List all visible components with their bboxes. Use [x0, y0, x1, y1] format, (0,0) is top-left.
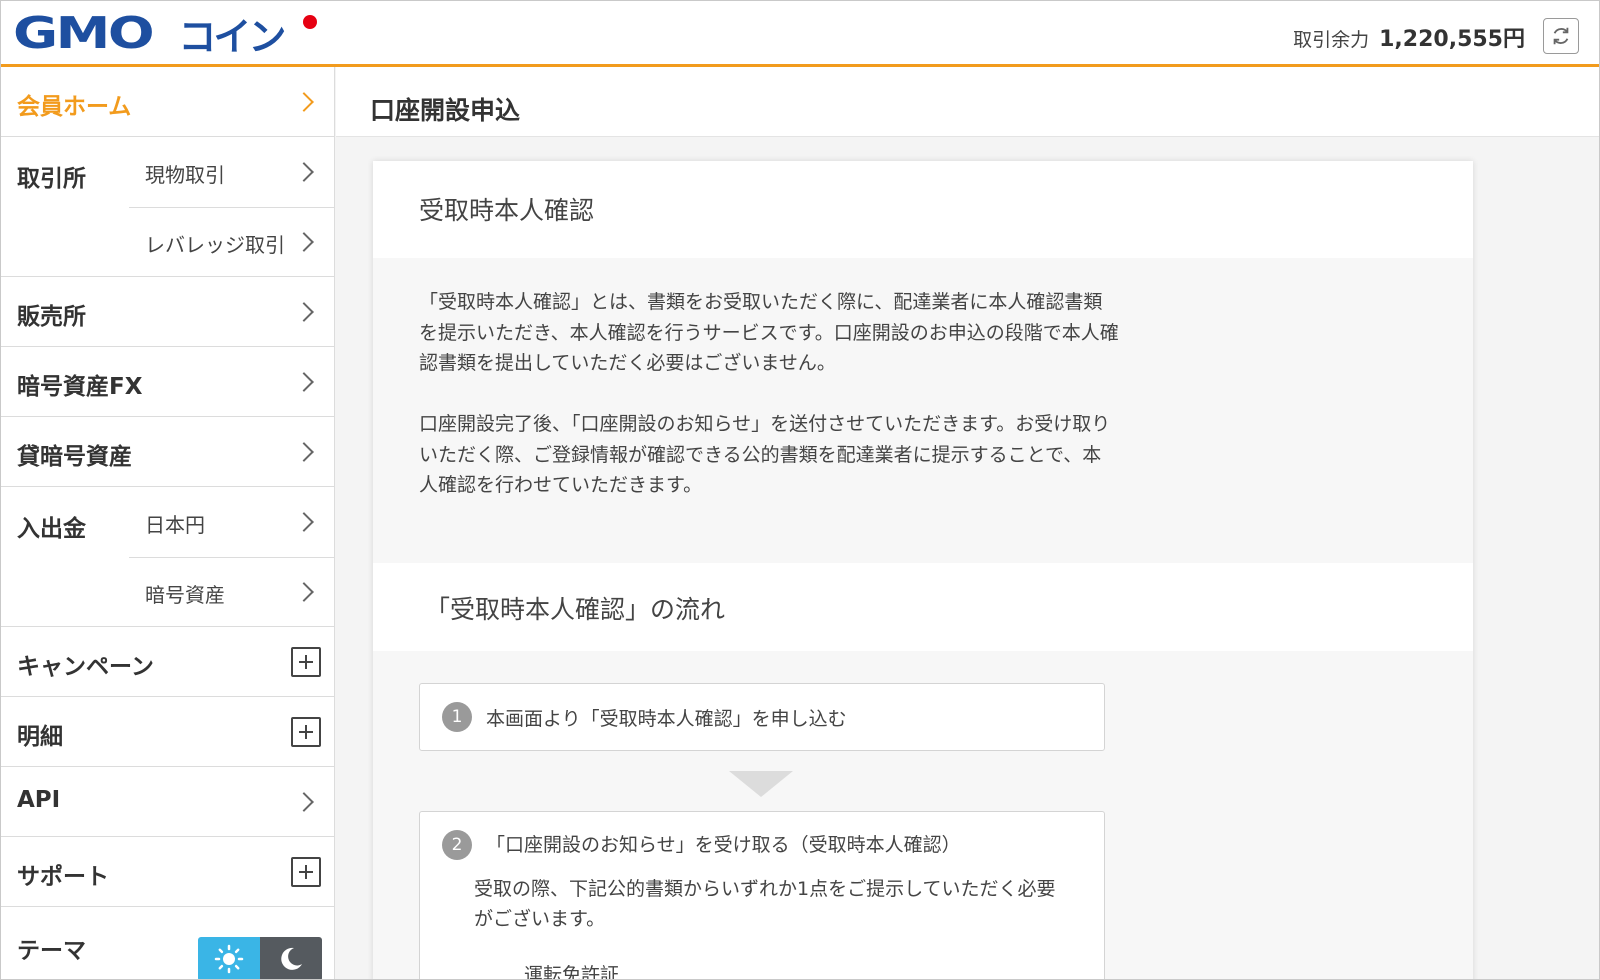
chevron-right-icon [294, 792, 314, 812]
app-frame: GMO コイン 取引余力 1,220,555円 会員ホーム 取引所 現物取引 レ… [0, 0, 1600, 980]
card-header: 受取時本人確認 [373, 161, 1473, 258]
logo[interactable]: GMO コイン [13, 8, 317, 59]
step-text: 「口座開設のお知らせ」を受け取る（受取時本人確認） [486, 834, 961, 856]
sidebar-item-support[interactable]: サポート [1, 837, 335, 907]
balance: 取引余力 1,220,555円 [1293, 21, 1525, 53]
sidebar-item-label: 日本円 [145, 513, 205, 537]
sidebar-group-exchange: 取引所 現物取引 レバレッジ取引 [1, 137, 335, 277]
sidebar-item-label: 貸暗号資産 [17, 444, 132, 470]
arrow-down-icon [729, 771, 793, 797]
chevron-right-icon [294, 302, 314, 322]
sidebar-item-label: サポート [17, 864, 109, 890]
sidebar-group-deposit: 入出金 日本円 暗号資産 [1, 487, 335, 627]
logo-dot [303, 15, 317, 29]
description-paragraph: 口座開設完了後、「口座開設のお知らせ」を送付させていただきます。お受け取りいただ… [419, 413, 1111, 496]
sidebar: 会員ホーム 取引所 現物取引 レバレッジ取引 販売所 暗号資産FX 貸暗号資産 [1, 67, 335, 979]
card-title: 受取時本人確認 [419, 196, 595, 225]
theme-light-button[interactable] [198, 937, 260, 979]
sidebar-item-sales[interactable]: 販売所 [1, 277, 335, 347]
plus-icon[interactable] [291, 857, 321, 887]
sidebar-item-api[interactable]: API [1, 767, 335, 837]
sidebar-group-label: 入出金 [17, 516, 86, 542]
chevron-right-icon [294, 372, 314, 392]
sidebar-item-label: 販売所 [17, 304, 86, 330]
sidebar-item-label: キャンペーン [17, 654, 154, 680]
step-text: 本画面より「受取時本人確認」を申し込む [486, 708, 847, 730]
sidebar-item-label: 明細 [17, 724, 63, 750]
plus-icon[interactable] [291, 717, 321, 747]
sidebar-item-crypto-fx[interactable]: 暗号資産FX [1, 347, 335, 417]
theme-toggle[interactable] [198, 937, 322, 979]
logo-text: GMO [13, 7, 155, 59]
step-number-badge: 1 [442, 702, 472, 732]
sidebar-item-label: 暗号資産 [145, 583, 225, 607]
chevron-right-icon [294, 162, 314, 182]
sidebar-item-label: 現物取引 [145, 163, 225, 187]
chevron-right-icon [294, 442, 314, 462]
sidebar-item-lending[interactable]: 貸暗号資産 [1, 417, 335, 487]
sidebar-item-label: レバレッジ取引 [145, 233, 285, 257]
sidebar-item-label: テーマ [17, 938, 86, 964]
plus-icon[interactable] [291, 647, 321, 677]
step-2: 2 「口座開設のお知らせ」を受け取る（受取時本人確認） 受取の際、下記公的書類か… [419, 811, 1105, 980]
verification-card: 受取時本人確認 「受取時本人確認」とは、書類をお受取いただく際に、配達業者に本人… [373, 161, 1473, 980]
description-paragraph: 「受取時本人確認」とは、書類をお受取いただく際に、配達業者に本人確認書類を提示い… [419, 291, 1119, 374]
sidebar-item-label: API [17, 787, 61, 813]
sidebar-item-campaign[interactable]: キャンペーン [1, 627, 335, 697]
sidebar-item-leverage[interactable]: レバレッジ取引 [129, 207, 335, 278]
sidebar-item-statement[interactable]: 明細 [1, 697, 335, 767]
sidebar-item-label: 暗号資産FX [17, 374, 143, 400]
sidebar-group-label: 取引所 [17, 166, 86, 192]
description: 「受取時本人確認」とは、書類をお受取いただく際に、配達業者に本人確認書類を提示い… [419, 287, 1119, 531]
sidebar-item-jpy[interactable]: 日本円 [129, 487, 335, 558]
flow-header: 「受取時本人確認」の流れ [373, 563, 1473, 651]
balance-value: 1,220,555円 [1379, 27, 1525, 52]
page-title-bar: 口座開設申込 [336, 67, 1599, 137]
refresh-icon [1553, 27, 1569, 45]
step-number-badge: 2 [442, 830, 472, 860]
balance-label: 取引余力 [1293, 29, 1370, 51]
sidebar-item-spot[interactable]: 現物取引 [129, 137, 335, 208]
moon-icon [281, 947, 302, 970]
logo-kana: コイン [178, 14, 286, 59]
theme-dark-button[interactable] [260, 937, 322, 979]
step-1: 1 本画面より「受取時本人確認」を申し込む [419, 683, 1105, 751]
chevron-right-icon [294, 512, 314, 532]
page-title: 口座開設申込 [370, 96, 521, 125]
refresh-button[interactable] [1543, 18, 1579, 54]
sidebar-item-crypto[interactable]: 暗号資産 [129, 557, 335, 628]
chevron-right-icon [294, 92, 314, 112]
flow-title: 「受取時本人確認」の流れ [425, 595, 726, 624]
step-detail: 受取の際、下記公的書類からいずれか1点をご提示していただく必要がございます。 [474, 878, 1056, 930]
sidebar-item-label: 会員ホーム [17, 94, 132, 120]
chevron-right-icon [294, 582, 314, 602]
document-item: 運転免許証 [524, 964, 620, 980]
chevron-right-icon [294, 232, 314, 252]
header: GMO コイン 取引余力 1,220,555円 [1, 1, 1599, 67]
sun-icon [214, 944, 244, 974]
sidebar-item-home[interactable]: 会員ホーム [1, 67, 335, 137]
